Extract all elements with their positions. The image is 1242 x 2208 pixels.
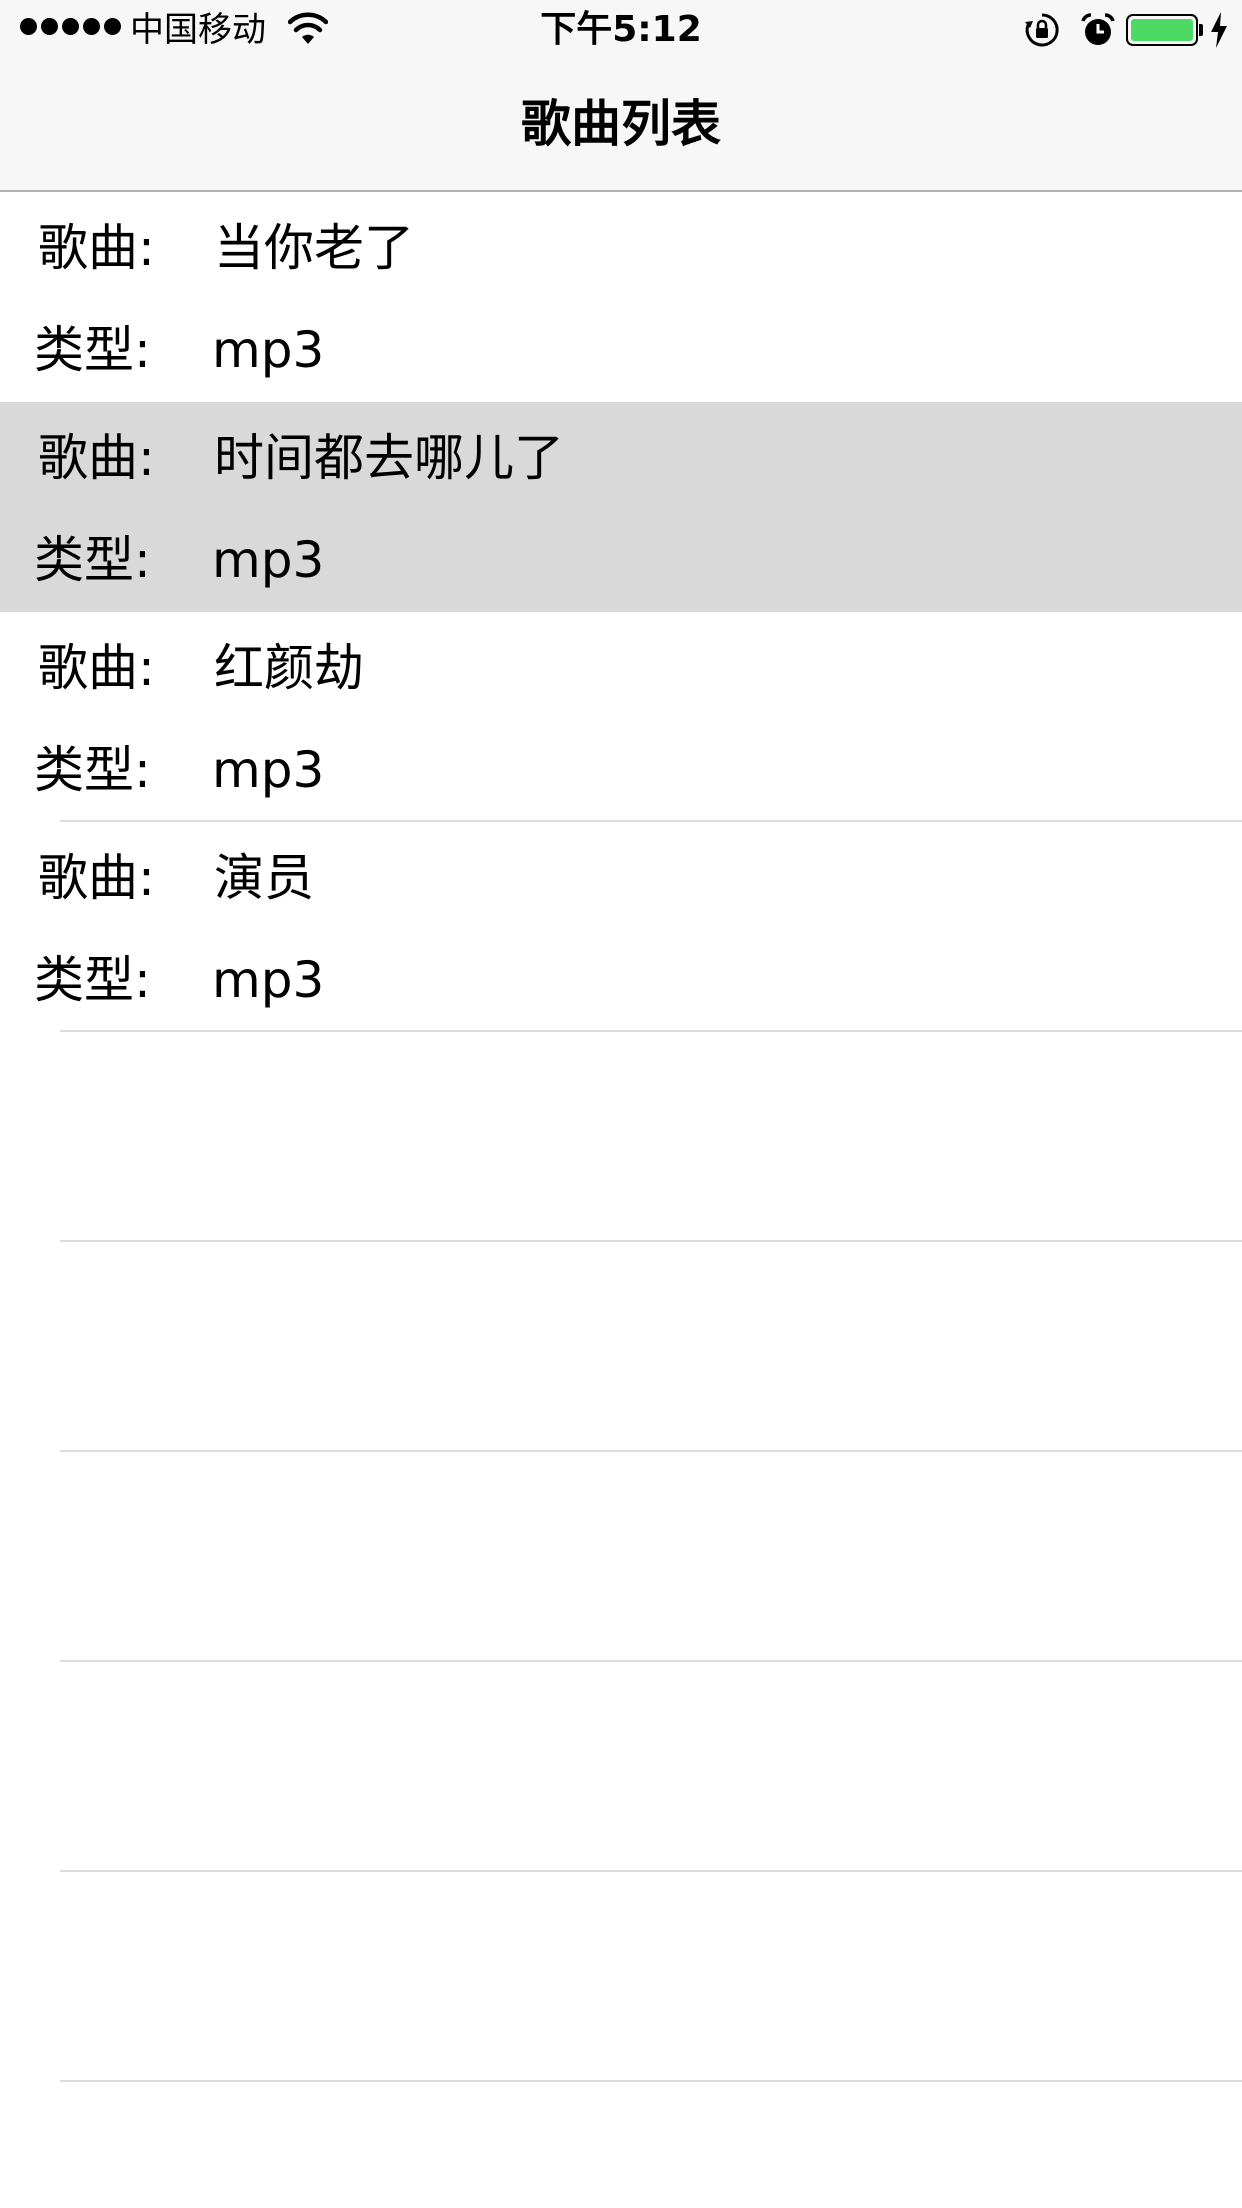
battery-level [1131, 19, 1193, 41]
song-label: 歌曲: [38, 639, 155, 697]
song-title: 当你老了 [214, 219, 414, 277]
song-type: mp3 [212, 741, 325, 799]
status-bar: 中国移动 下午5:12 [0, 0, 1242, 60]
charging-bolt-icon [1211, 12, 1227, 48]
battery-icon [1126, 14, 1198, 46]
song-table: 歌曲: 当你老了 类型: mp3 歌曲: 时间都去哪儿了 类型: mp3 歌曲:… [0, 192, 1242, 2082]
song-row-selected[interactable]: 歌曲: 时间都去哪儿了 类型: mp3 [0, 402, 1242, 612]
song-label: 歌曲: [38, 849, 155, 907]
song-label: 歌曲: [38, 429, 155, 487]
song-type: mp3 [212, 951, 325, 1009]
empty-row [0, 1662, 1242, 1872]
song-row[interactable]: 歌曲: 演员 类型: mp3 [0, 822, 1242, 1032]
song-title: 红颜劫 [214, 639, 364, 697]
battery-nub [1199, 24, 1203, 36]
type-label: 类型: [34, 951, 151, 1009]
song-row[interactable]: 歌曲: 红颜劫 类型: mp3 [0, 612, 1242, 822]
empty-row [0, 1032, 1242, 1242]
type-label: 类型: [34, 741, 151, 799]
song-type: mp3 [212, 531, 325, 589]
empty-row [0, 1242, 1242, 1452]
page-title: 歌曲列表 [521, 95, 721, 153]
song-row[interactable]: 歌曲: 当你老了 类型: mp3 [0, 192, 1242, 402]
song-label: 歌曲: [38, 219, 155, 277]
empty-row [0, 1872, 1242, 2082]
song-title: 时间都去哪儿了 [214, 429, 564, 487]
row-separator [60, 2080, 1242, 2082]
navigation-bar: 歌曲列表 [0, 60, 1242, 192]
rotation-lock-icon [1025, 13, 1059, 47]
song-type: mp3 [212, 321, 325, 379]
type-label: 类型: [34, 531, 151, 589]
song-title: 演员 [214, 849, 314, 907]
empty-row [0, 1452, 1242, 1662]
type-label: 类型: [34, 321, 151, 379]
alarm-icon [1081, 13, 1115, 45]
